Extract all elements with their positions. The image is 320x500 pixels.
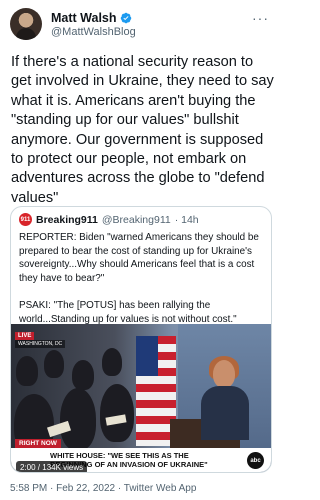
audience-person (72, 360, 94, 390)
author-handle[interactable]: @MattWalshBlog (51, 26, 136, 38)
quoted-avatar[interactable]: 911 (19, 213, 32, 226)
quoted-paragraph-2: PSAKI: "The [POTUS] has been rallying th… (19, 299, 237, 325)
video-speaker (201, 356, 249, 440)
tweet-timestamp[interactable]: 5:58 PM · Feb 22, 2022 · Twitter Web App (10, 483, 196, 494)
more-options-icon[interactable]: ··· (252, 10, 269, 26)
verified-badge-icon (120, 12, 131, 24)
speaker-head (213, 360, 235, 388)
quoted-time[interactable]: · 14h (175, 214, 199, 226)
quoted-author-name[interactable]: Breaking911 (36, 214, 98, 226)
video-audience (11, 344, 140, 454)
video-player[interactable]: LIVE WASHINGTON, DC RIGHT NOW WHITE HOUS… (11, 324, 271, 472)
video-view-count: 2:00 / 134K views (16, 461, 88, 472)
quoted-tweet-header: 911 Breaking911 @Breaking911 · 14h (19, 213, 199, 226)
live-badge: LIVE (15, 332, 35, 340)
quoted-author-handle[interactable]: @Breaking911 (102, 214, 171, 226)
audience-person (16, 356, 38, 386)
speaker-body (201, 386, 249, 440)
author-name-row: Matt Walsh (51, 11, 132, 25)
network-logo: abc (247, 452, 264, 469)
audience-person (44, 350, 64, 378)
tweet-text: If there's a national security reason to… (11, 54, 274, 206)
right-now-badge: RIGHT NOW (15, 439, 61, 448)
avatar[interactable] (10, 8, 42, 40)
audience-person (100, 384, 134, 442)
audience-person (102, 348, 122, 376)
tweet-header: Matt Walsh @MattWalshBlog ··· (10, 8, 271, 42)
quoted-paragraph-1: REPORTER: Biden "warned Americans they s… (19, 232, 259, 284)
location-label: WASHINGTON, DC (15, 340, 66, 348)
quoted-tweet[interactable]: 911 Breaking911 @Breaking911 · 14h REPOR… (10, 206, 272, 473)
author-name[interactable]: Matt Walsh (51, 11, 117, 25)
